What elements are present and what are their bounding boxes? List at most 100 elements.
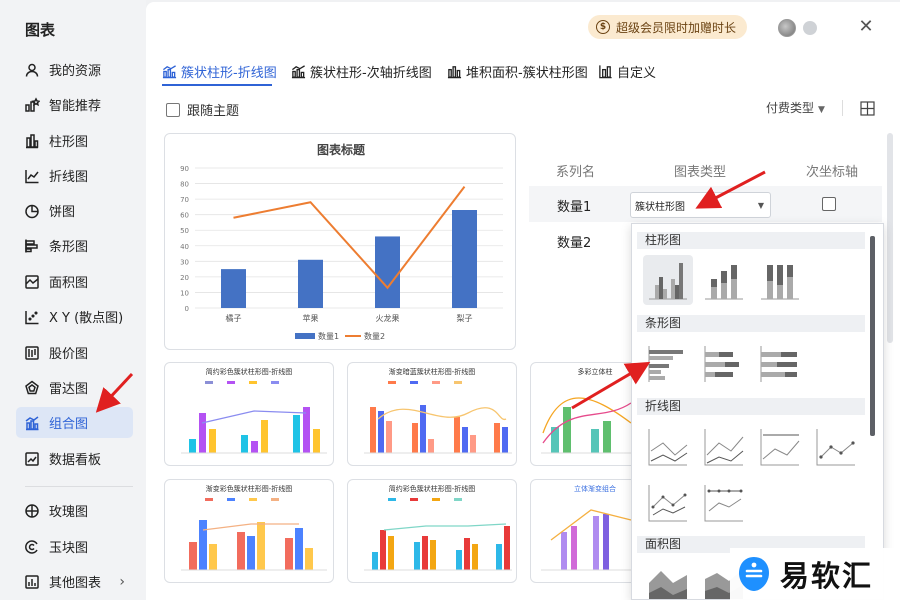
option-clustered-bar[interactable] [643,338,693,388]
sidebar-item-dashboard[interactable]: 数据看板 [16,443,133,474]
option-stacked-bar[interactable] [699,338,749,388]
sidebar-item-more-charts[interactable]: 其他图表 › [16,566,133,597]
tab-stacked-area-clustered-column[interactable]: 堆积面积-簇状柱形图 [447,60,588,82]
stacked-column-icon [705,265,743,300]
sidebar-item-rose-chart[interactable]: 玫瑰图 [16,495,133,526]
option-percent-line-markers[interactable] [699,477,749,527]
main-panel: $ 超级会员限时加赠时长 ✕ 簇状柱形-折线图 簇状柱形-次轴折线图 堆积面积-… [146,2,900,600]
line-icon [648,429,688,466]
stacked-area-icon [447,64,462,79]
option-percent-stacked-column[interactable] [755,255,805,305]
option-percent-stacked-bar[interactable] [755,338,805,388]
area-icon [649,571,687,599]
thumbnail-chart [364,498,512,571]
sidebar-item-my-resources[interactable]: 我的资源 [16,54,133,85]
scrollbar[interactable] [887,133,893,343]
bar [298,259,323,308]
sidebar-item-pie-chart[interactable]: 饼图 [16,195,133,226]
tab-label: 簇状柱形-次轴折线图 [310,65,432,81]
template-thumbnail[interactable]: 渐变暗蓝簇状柱形图-折线图 [347,362,517,466]
sidebar-item-smart-recommend[interactable]: 智能推荐 [16,89,133,120]
thumbnail-chart [181,498,327,571]
sidebar-item-label: 条形图 [49,240,89,255]
avatar[interactable] [778,19,796,37]
dropdown-scrollbar[interactable] [870,236,875,436]
sidebar-item-label: 数据看板 [49,453,102,468]
chart-type-select[interactable]: 簇状柱形图 ▼ [630,192,771,218]
option-percent-stacked-line[interactable] [755,421,805,471]
vip-promo-banner[interactable]: $ 超级会员限时加赠时长 [588,15,748,39]
combo-chart-icon [162,64,177,79]
sidebar-item-label: 股价图 [49,347,89,362]
line-chart-icon [24,168,40,184]
option-stacked-line-markers[interactable] [643,477,693,527]
option-line-markers[interactable] [811,421,861,471]
tab-clustered-column-secondary-line[interactable]: 簇状柱形-次轴折线图 [291,60,432,82]
follow-theme-label: 跟随主题 [187,104,240,119]
sidebar-item-radar-chart[interactable]: 雷达图 [16,372,133,403]
legend-label: 数量1 [318,331,339,341]
chart-preview-card[interactable]: 图表标题 0 10 20 30 40 50 60 70 80 90 橘子 苹果 火龙果 梨子 数量1 数量… [164,133,516,350]
option-stacked-column[interactable] [699,255,749,305]
y-tick-label: 40 [180,243,189,251]
follow-theme-checkbox[interactable]: 跟随主题 [166,100,239,119]
scatter-icon [24,309,40,325]
member-badge-icon[interactable] [803,21,817,35]
sidebar-divider [25,486,133,487]
toolbar-divider [842,100,843,116]
line-series [233,186,466,290]
sidebar-item-stock-chart[interactable]: 股价图 [16,337,133,368]
chevron-right-icon: › [119,573,125,590]
chart-title: 图表标题 [317,142,366,157]
dropdown-section-line: 折线图 [637,398,865,415]
sidebar-title: 图表 [25,21,56,39]
checkbox[interactable] [166,102,180,117]
option-area[interactable] [643,559,693,599]
legend-label: 数量2 [364,331,385,341]
close-icon[interactable]: ✕ [857,18,875,36]
promo-text: 超级会员限时加赠时长 [616,20,737,35]
y-tick-label: 90 [180,165,189,173]
user-icon [24,62,40,78]
y-tick-label: 10 [180,289,189,297]
sidebar-item-jade-chart[interactable]: 玉块图 [16,531,133,562]
grid-view-icon[interactable] [860,101,875,116]
combo-chart-icon [24,415,40,431]
horizontal-bar-icon [24,238,40,254]
x-tick-label: 梨子 [457,313,473,323]
clustered-column-icon [649,263,687,300]
tab-clustered-column-line[interactable]: 簇状柱形-折线图 [162,60,277,82]
template-thumbnail[interactable]: 简约彩色簇状柱形图-折线图 [347,479,517,583]
y-tick-label: 20 [180,274,189,282]
line-path [233,186,466,290]
thumbnail-chart [541,397,637,454]
option-line[interactable] [643,421,693,471]
template-thumbnail[interactable]: 渐变彩色簇状柱形图-折线图 [164,479,334,583]
col-header-secondary-axis: 次坐标轴 [806,165,859,180]
option-clustered-column[interactable] [643,255,693,305]
option-stacked-line[interactable] [699,421,749,471]
tab-custom[interactable]: 自定义 [598,60,656,82]
pay-type-dropdown[interactable]: 付费类型 ▼ [766,99,825,116]
tab-label: 簇状柱形-折线图 [181,65,277,81]
secondary-axis-checkbox[interactable] [822,197,836,211]
line-markers-icon [816,429,855,466]
sidebar-item-horizontal-bar[interactable]: 条形图 [16,230,133,261]
x-axis-labels: 橘子 苹果 火龙果 梨子 [226,313,473,323]
template-thumbnail[interactable]: 多彩立体柱 [530,362,640,466]
sidebar-item-line-chart[interactable]: 折线图 [16,160,133,191]
sidebar-item-scatter[interactable]: X Y (散点图) [16,301,133,332]
template-thumbnail[interactable]: 简约彩色簇状柱形图-折线图 [164,362,334,466]
dropdown-section-column: 柱形图 [637,232,865,249]
area-chart-icon [24,274,40,290]
sidebar-item-combo-chart[interactable]: 组合图 [16,407,133,438]
preview-chart: 图表标题 0102030405060708090 橘子 苹果 火龙果 梨子 数量1 数量… [180,142,503,341]
watermark: 易软汇 [730,548,900,600]
sidebar-item-area-chart[interactable]: 面积图 [16,266,133,297]
y-tick-label: 80 [180,181,189,189]
custom-chart-icon [598,64,613,79]
sidebar: 图表 我的资源 智能推荐 柱形图 折线图 饼图 条形图 面积图 X Y (散点图… [0,0,146,600]
sidebar-item-bar-chart[interactable]: 柱形图 [16,125,133,156]
template-thumbnail[interactable]: 立体渐变组合 [530,479,640,583]
sidebar-item-label: 组合图 [49,417,89,432]
